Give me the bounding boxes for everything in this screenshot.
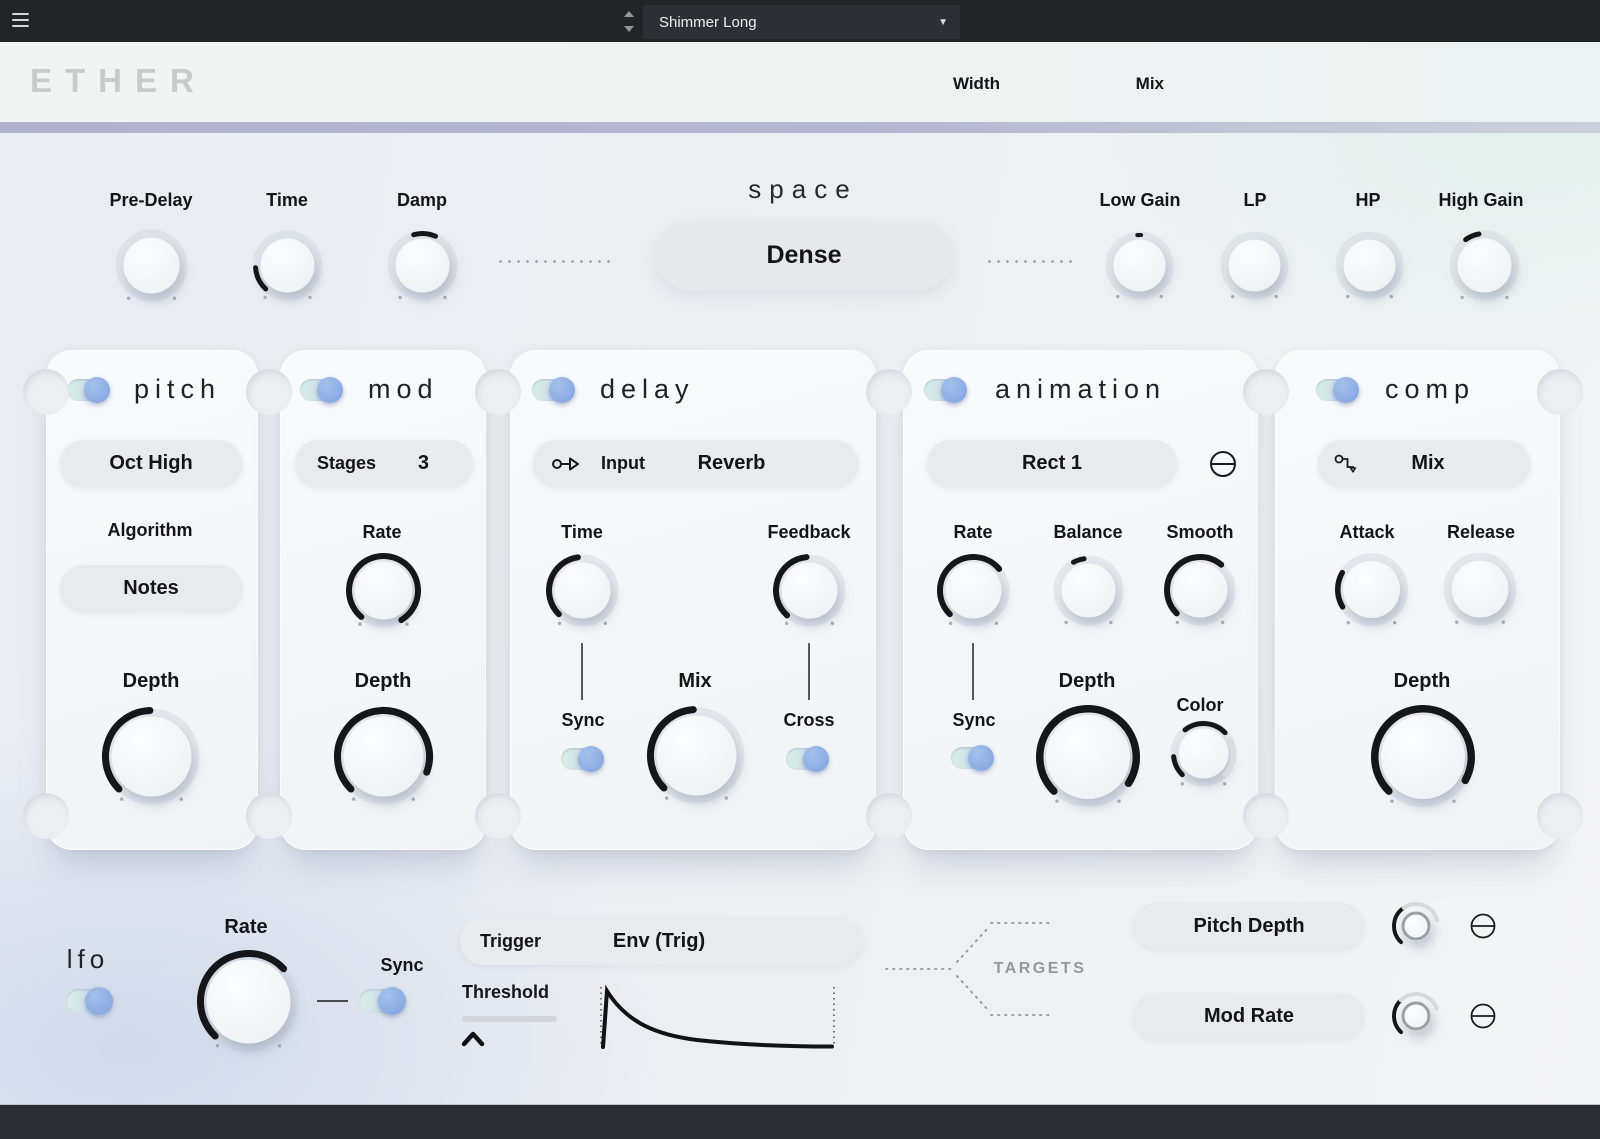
space-title: space	[703, 174, 903, 205]
lfo-sync-label: Sync	[322, 955, 482, 976]
lfo-enable-toggle[interactable]	[66, 989, 112, 1013]
mod-enable-toggle[interactable]	[300, 379, 342, 401]
target-2-value: Mod Rate	[1204, 1005, 1294, 1028]
pitch-algorithm-value: Notes	[123, 577, 179, 600]
target-1-value: Pitch Depth	[1193, 915, 1304, 938]
delay-mix-label: Mix	[615, 670, 775, 693]
mod-stages-label: Stages	[317, 453, 376, 474]
animation-shape-value: Rect 1	[1022, 452, 1082, 475]
target-2-selector[interactable]: Mod Rate	[1134, 993, 1364, 1039]
animation-shape-selector[interactable]: Rect 1	[927, 440, 1177, 487]
preset-prev-icon[interactable]	[624, 11, 634, 17]
mod-stages-selector[interactable]: Stages 3	[295, 440, 473, 487]
animation-title: animation	[995, 374, 1166, 405]
animation-sync-toggle[interactable]	[951, 747, 993, 769]
mix-label: Mix	[1124, 74, 1164, 94]
delay-input-value: Reverb	[645, 452, 858, 475]
comp-mode-value: Mix	[1360, 452, 1530, 475]
delay-cross-label: Cross	[729, 710, 889, 731]
target-1-selector[interactable]: Pitch Depth	[1134, 903, 1364, 949]
space-selector[interactable]: Dense	[655, 220, 953, 290]
lfo-sync-toggle[interactable]	[359, 989, 405, 1013]
pitch-interval-selector[interactable]: Oct High	[60, 440, 242, 487]
target-2-remove-icon[interactable]	[1469, 1002, 1497, 1030]
comp-title: comp	[1385, 374, 1475, 405]
header: ETHER Width Mix	[0, 42, 1600, 122]
signal-routing-icon	[1334, 453, 1360, 475]
footer-bar	[0, 1104, 1600, 1139]
connector-line	[972, 643, 974, 700]
lfo-title: lfo	[28, 944, 148, 975]
animation-enable-toggle[interactable]	[924, 379, 966, 401]
comp-depth-label: Depth	[1342, 670, 1502, 693]
connector-line	[808, 643, 810, 700]
mod-depth-label: Depth	[303, 670, 463, 693]
pitch-title: pitch	[134, 374, 221, 405]
pitch-enable-toggle[interactable]	[67, 379, 109, 401]
connector-line	[581, 643, 583, 700]
lfo-trigger-selector[interactable]: Trigger Env (Trig)	[460, 918, 862, 965]
logo: ETHER	[30, 62, 207, 100]
targets-label: TARGETS	[985, 960, 1095, 978]
delay-input-selector[interactable]: Input Reverb	[533, 440, 858, 487]
comp-mode-selector[interactable]: Mix	[1318, 440, 1530, 487]
envelope-graph	[597, 985, 842, 1051]
high-gain-label: High Gain	[1401, 190, 1561, 211]
delay-cross-toggle[interactable]	[786, 748, 828, 770]
delay-panel: delay Input Reverb Time Feedback Sync Mi…	[510, 350, 876, 850]
width-label: Width	[940, 74, 1000, 94]
delay-time-label: Time	[502, 522, 662, 543]
damp-label: Damp	[342, 190, 502, 211]
animation-depth-label: Depth	[1007, 670, 1167, 693]
animation-smooth-label: Smooth	[1120, 522, 1280, 543]
top-bar: Shimmer Long ▼	[0, 0, 1600, 42]
target-1-remove-icon[interactable]	[1469, 912, 1497, 940]
threshold-label: Threshold	[462, 982, 549, 1003]
bypass-circle-icon[interactable]	[1209, 450, 1237, 478]
delay-feedback-label: Feedback	[729, 522, 889, 543]
pitch-panel: pitch Oct High Algorithm Notes Depth	[46, 350, 258, 850]
connector-line	[317, 1000, 348, 1002]
threshold-track	[462, 1016, 557, 1022]
lfo-trigger-value: Env (Trig)	[541, 930, 862, 953]
accent-strip	[0, 122, 1600, 133]
comp-enable-toggle[interactable]	[1316, 379, 1358, 401]
dropdown-caret-icon: ▼	[938, 17, 948, 28]
delay-title: delay	[600, 374, 695, 405]
animation-panel: animation Rect 1 Rate Balance Smooth Syn…	[903, 350, 1258, 850]
delay-enable-toggle[interactable]	[532, 379, 574, 401]
preset-next-icon[interactable]	[624, 26, 634, 32]
mod-rate-label: Rate	[302, 522, 462, 543]
delay-input-label: Input	[601, 453, 645, 474]
preset-selector[interactable]: Shimmer Long ▼	[643, 5, 960, 39]
comp-panel: comp Mix Attack Release Depth	[1275, 350, 1560, 850]
connector-dots	[496, 260, 616, 263]
ether-plugin-window: Shimmer Long ▼ ETHER Width Mix Pre-Delay…	[0, 0, 1600, 1139]
lfo-trigger-label: Trigger	[480, 931, 541, 952]
pitch-depth-label: Depth	[71, 670, 231, 693]
comp-release-label: Release	[1401, 522, 1561, 543]
pitch-interval-value: Oct High	[109, 452, 192, 475]
connector-dots	[985, 260, 1073, 263]
lfo-rate-label: Rate	[166, 916, 326, 939]
threshold-marker[interactable]	[461, 1031, 487, 1047]
mod-stages-value: 3	[418, 452, 429, 475]
space-value: Dense	[766, 241, 841, 270]
menu-icon[interactable]	[12, 13, 30, 31]
signal-input-icon	[551, 454, 583, 474]
preset-name: Shimmer Long	[659, 14, 757, 31]
mod-title: mod	[368, 374, 439, 405]
algorithm-label: Algorithm	[70, 520, 230, 541]
preset-stepper[interactable]	[624, 11, 634, 32]
delay-sync-toggle[interactable]	[561, 748, 603, 770]
mod-panel: mod Stages 3 Rate Depth	[280, 350, 486, 850]
pitch-algorithm-selector[interactable]: Notes	[60, 565, 242, 612]
